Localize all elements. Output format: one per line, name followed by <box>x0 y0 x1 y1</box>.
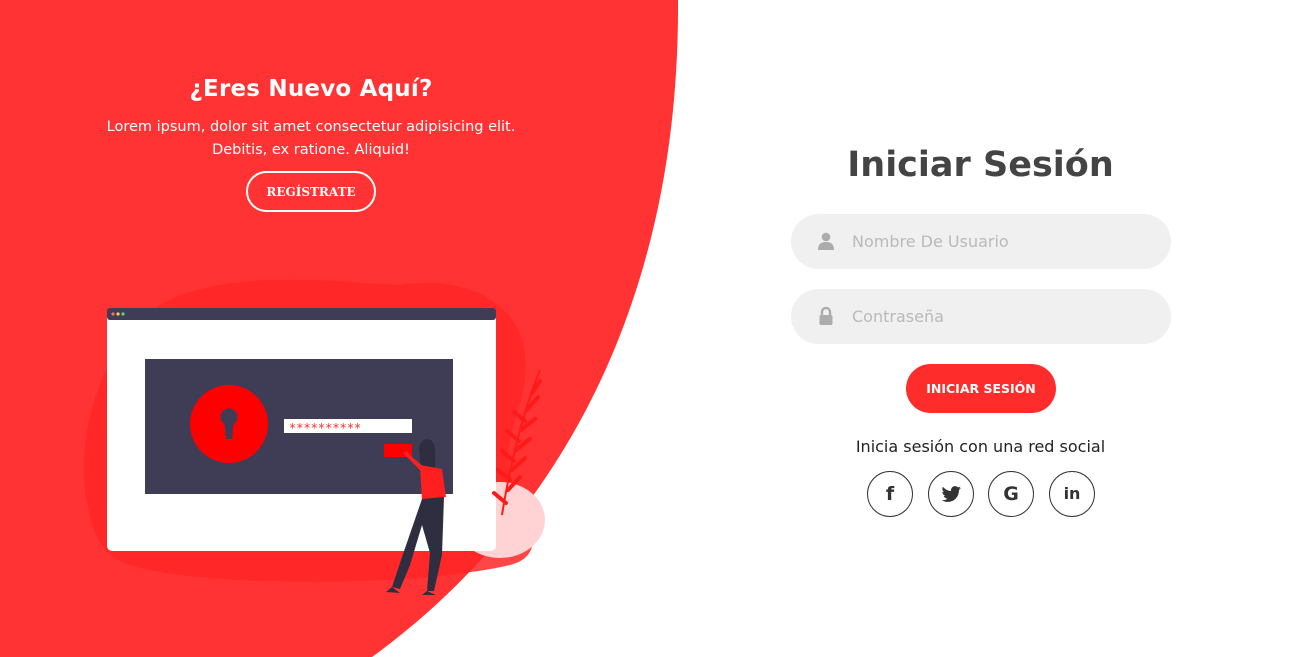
facebook-link[interactable]: f <box>867 471 913 517</box>
signup-description: Lorem ipsum, dolor sit amet consectetur … <box>0 116 622 162</box>
signup-title: ¿Eres Nuevo Aquí? <box>189 76 433 102</box>
twitter-icon <box>941 486 961 502</box>
google-link[interactable]: G <box>988 471 1034 517</box>
illustration-password-mask: ********** <box>289 421 361 435</box>
google-icon: G <box>1003 482 1019 505</box>
facebook-icon: f <box>885 482 895 505</box>
signup-panel: ¿Eres Nuevo Aquí? Lorem ipsum, dolor sit… <box>0 0 622 230</box>
lock-icon <box>819 306 833 325</box>
illustration-person-torso <box>420 465 446 501</box>
password-input[interactable] <box>852 289 1152 344</box>
twitter-link[interactable] <box>928 471 974 517</box>
login-title: Iniciar Sesión <box>847 145 1114 185</box>
social-login-text: Inicia sesión con una red social <box>855 437 1106 456</box>
signup-description-line2: Debitis, ex ratione. Aliquid! <box>212 142 410 158</box>
linkedin-link[interactable]: in <box>1049 471 1095 517</box>
login-illustration: ********** <box>83 279 545 595</box>
social-media-links: f G in <box>867 471 1097 518</box>
username-input[interactable] <box>852 214 1152 269</box>
linkedin-icon: in <box>1063 484 1081 503</box>
signup-description-line1: Lorem ipsum, dolor sit amet consectetur … <box>106 119 516 135</box>
login-button[interactable]: Iniciar Sesión <box>906 364 1056 413</box>
user-icon <box>818 232 834 250</box>
register-button[interactable]: Regístrate <box>246 171 376 212</box>
browser-titlebar <box>107 308 496 320</box>
username-field[interactable] <box>791 214 1171 269</box>
password-field[interactable] <box>791 289 1171 344</box>
